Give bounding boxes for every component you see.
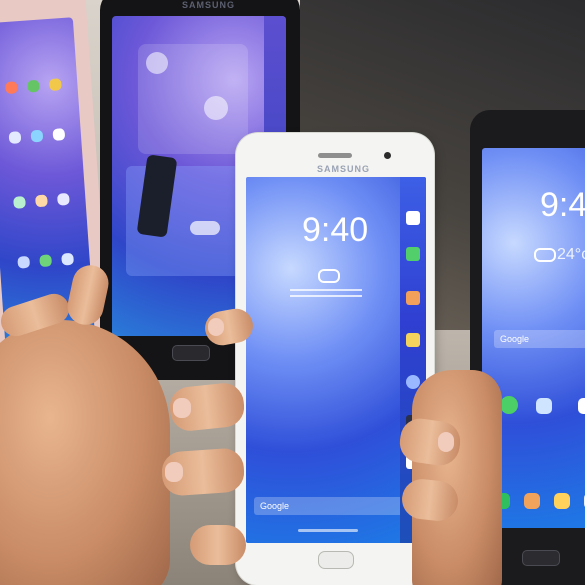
app-icon: [17, 255, 31, 269]
home-button: [318, 551, 354, 569]
app-icon: [39, 254, 53, 268]
left-hand: [0, 320, 170, 585]
clock: 9:40: [540, 186, 585, 224]
widget-circle: [204, 96, 228, 120]
app-icon: [61, 252, 74, 266]
brand-label: SAMSUNG: [182, 0, 236, 10]
home-button: [172, 345, 210, 361]
notes-icon: [406, 333, 420, 347]
weather-icon: [534, 248, 556, 262]
fingernail: [438, 432, 454, 452]
contacts-icon: [406, 291, 420, 305]
app-icon: [48, 78, 62, 92]
right-hand: [412, 370, 502, 585]
app-icon: [35, 194, 48, 208]
app-icon: [578, 398, 585, 414]
app-icon: [27, 79, 40, 93]
photo-scene: SAMSUNG 9:40 24°c Google: [0, 0, 585, 585]
phone-icon: [406, 247, 420, 261]
app-icon: [52, 128, 66, 141]
app-icon: [524, 493, 540, 509]
fingernail: [173, 398, 191, 418]
weather-icon: [318, 269, 340, 283]
app-icon: [8, 131, 22, 144]
phone-app-icon: [500, 396, 518, 414]
phone-center-screen: 9:40 Google: [246, 177, 426, 543]
widget-circle: [146, 52, 168, 74]
app-icon: [57, 192, 70, 206]
finger: [190, 525, 246, 565]
temperature: 24°c: [557, 246, 585, 263]
promo-button: [190, 221, 220, 235]
app-icon: [536, 398, 552, 414]
search-hint: Google: [260, 501, 290, 511]
app-icon: [13, 196, 26, 209]
brand-label: SAMSUNG: [317, 164, 371, 174]
app-icon: [30, 129, 44, 143]
star-icon: [406, 211, 420, 225]
phone-center: SAMSUNG 9:40 Google: [236, 133, 434, 585]
app-icon: [5, 81, 18, 95]
search-hint: Google: [500, 334, 530, 344]
fingernail: [165, 462, 183, 482]
fingernail: [208, 318, 224, 336]
home-button: [522, 550, 560, 566]
front-camera: [384, 152, 391, 159]
earpiece: [318, 153, 352, 158]
page-indicator: [298, 529, 358, 532]
app-icon: [554, 493, 570, 509]
notification-lines: [290, 289, 362, 291]
clock: 9:40: [302, 211, 369, 249]
